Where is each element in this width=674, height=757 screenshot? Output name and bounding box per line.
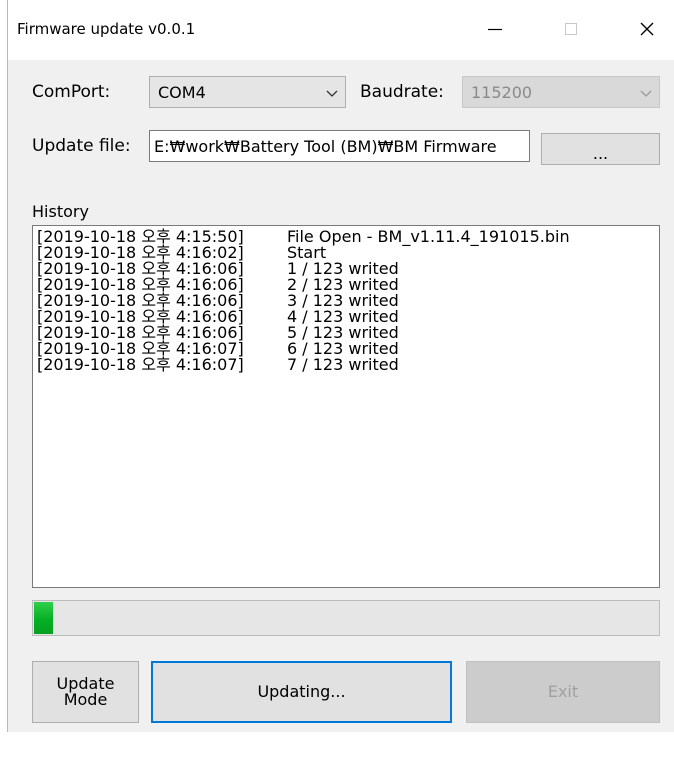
comport-label: ComPort: [32, 82, 111, 102]
exit-label: Exit [547, 682, 579, 701]
baudrate-value: 115200 [471, 83, 533, 102]
browse-file-label: ... [592, 144, 609, 163]
progress-fill [34, 602, 53, 634]
log-timestamp: [2019-10-18 오후 4:16:07] [37, 355, 244, 374]
maximize-button [548, 8, 594, 50]
window-title: Firmware update v0.0.1 [17, 20, 196, 38]
update-file-input-box [149, 130, 530, 162]
update-mode-button[interactable]: Update Mode [32, 661, 139, 723]
log-message: 7 / 123 writed [287, 355, 399, 374]
exit-button: Exit [466, 661, 660, 723]
update-file-input[interactable] [150, 131, 529, 161]
browse-file-button[interactable]: ... [541, 133, 660, 165]
chevron-down-icon [640, 90, 652, 97]
comport-select[interactable]: COM4 [149, 76, 346, 108]
log-row: [2019-10-18 오후 4:16:07] 7 / 123 writed [37, 357, 655, 373]
comport-value: COM4 [158, 83, 206, 102]
maximize-icon [565, 23, 577, 35]
minimize-button[interactable] [472, 8, 518, 50]
baudrate-select: 115200 [462, 76, 660, 108]
minimize-icon [488, 28, 502, 31]
baudrate-label: Baudrate: [360, 82, 444, 102]
log-message: File Open - BM_v1.11.4_191015.bin [287, 227, 570, 246]
update-file-label: Update file: [32, 136, 131, 156]
firmware-update-window: Firmware update v0.0.1 ComPort: COM4 Bau… [7, 0, 674, 732]
chevron-down-icon [326, 90, 338, 97]
close-button[interactable] [624, 8, 670, 50]
history-log[interactable]: [2019-10-18 오후 4:15:50] File Open - BM_v1… [32, 225, 660, 588]
updating-button[interactable]: Updating... [151, 661, 452, 723]
update-progress-bar [32, 600, 660, 636]
close-icon [640, 22, 654, 36]
title-bar[interactable]: Firmware update v0.0.1 [8, 0, 674, 60]
updating-label: Updating... [257, 682, 346, 701]
update-mode-label-line2: Mode [63, 690, 108, 709]
history-label: History [32, 202, 89, 221]
